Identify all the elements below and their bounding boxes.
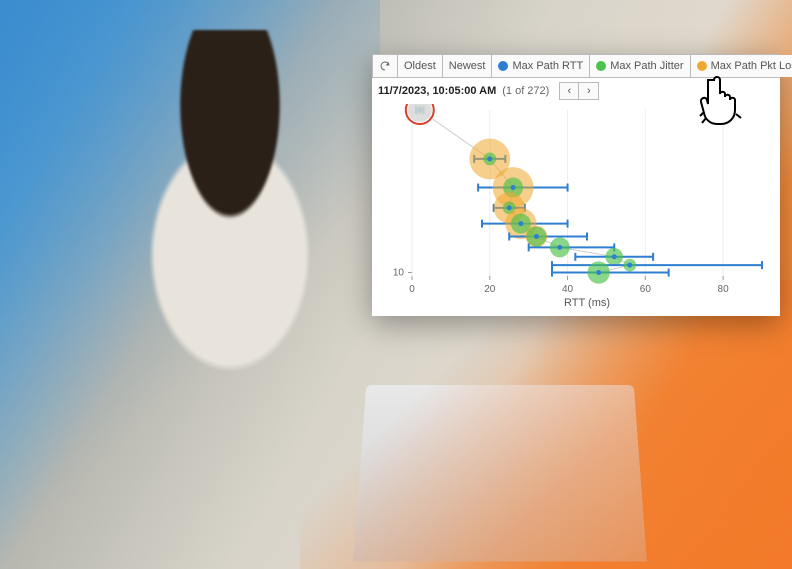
prev-button[interactable]: ‹: [559, 82, 579, 100]
legend-label-rtt: Max Path RTT: [512, 60, 583, 72]
legend-dot-loss: [697, 61, 707, 71]
background-overlay-orange: [300, 280, 792, 569]
legend-max-path-rtt[interactable]: Max Path RTT: [492, 55, 590, 77]
chart-plot[interactable]: 0 20 40 60 80 10 RTT (ms): [372, 104, 780, 312]
chart-subbar: 11/7/2023, 10:05:00 AM (1 of 272) ‹ ›: [372, 78, 780, 104]
svg-text:20: 20: [484, 284, 496, 295]
svg-text:60: 60: [640, 284, 652, 295]
refresh-icon: [379, 60, 391, 72]
nav-group: ‹ ›: [559, 82, 599, 100]
refresh-button[interactable]: [373, 55, 398, 77]
chart-toolbar: Oldest Newest Max Path RTT Max Path Jitt…: [372, 54, 780, 78]
timestamp-label: 11/7/2023, 10:05:00 AM: [378, 85, 496, 97]
oldest-button[interactable]: Oldest: [398, 55, 443, 77]
legend-label-loss: Max Path Pkt Loss: [711, 60, 792, 72]
chart-panel: Oldest Newest Max Path RTT Max Path Jitt…: [372, 54, 780, 316]
legend-dot-rtt: [498, 61, 508, 71]
svg-text:80: 80: [718, 284, 730, 295]
svg-text:RTT (ms): RTT (ms): [564, 297, 610, 309]
next-button[interactable]: ›: [579, 82, 599, 100]
legend-max-path-pkt-loss[interactable]: Max Path Pkt Loss: [691, 55, 792, 77]
legend-max-path-jitter[interactable]: Max Path Jitter: [590, 55, 690, 77]
svg-text:10: 10: [393, 268, 405, 279]
legend-dot-jitter: [596, 61, 606, 71]
position-label: (1 of 272): [502, 85, 549, 97]
newest-button[interactable]: Newest: [443, 55, 493, 77]
chart-svg: 0 20 40 60 80 10 RTT (ms): [372, 104, 780, 312]
legend-label-jitter: Max Path Jitter: [610, 60, 683, 72]
svg-text:40: 40: [562, 284, 574, 295]
svg-text:0: 0: [409, 284, 415, 295]
